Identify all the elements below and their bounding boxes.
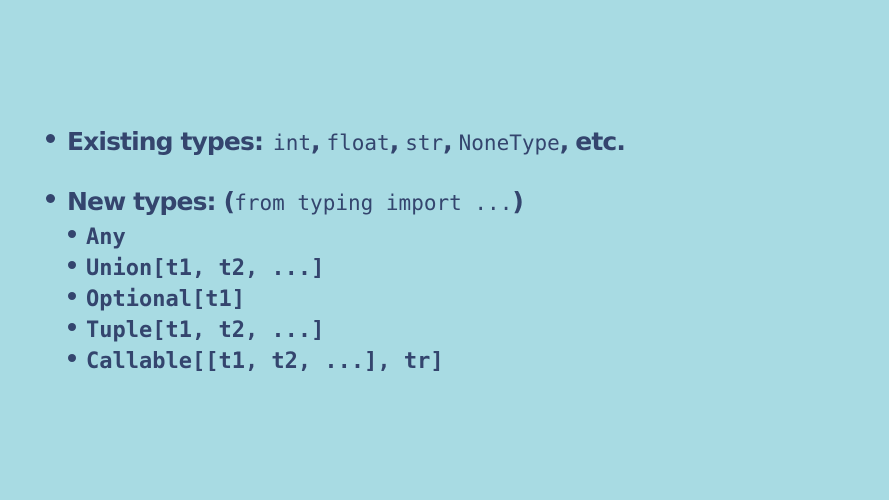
separator: , bbox=[443, 127, 453, 156]
bullet-dot-icon bbox=[68, 230, 76, 238]
bullet-dot-icon bbox=[46, 194, 55, 203]
etc-label: etc. bbox=[575, 127, 626, 156]
type-optional: Optional[t1] bbox=[86, 287, 245, 312]
type-int: int bbox=[273, 131, 311, 155]
open-paren: ( bbox=[223, 187, 235, 216]
bullet-dot-icon bbox=[68, 323, 76, 331]
existing-types-label: Existing types: bbox=[67, 127, 264, 156]
slide: Existing types: int, float, str, NoneTyp… bbox=[0, 0, 889, 500]
existing-types-bullet: Existing types: int, float, str, NoneTyp… bbox=[46, 122, 626, 162]
new-types-label: New types: bbox=[67, 187, 217, 216]
bullet-dot-icon bbox=[68, 261, 76, 269]
new-types-bullet: New types: ( from typing import ... ) bbox=[46, 182, 625, 222]
bullet-list: Existing types: int, float, str, NoneTyp… bbox=[46, 122, 626, 377]
type-str: str bbox=[405, 131, 444, 155]
type-union: Union[t1, t2, ...] bbox=[86, 256, 325, 281]
type-nonetype: NoneType bbox=[458, 131, 560, 155]
list-item: Tuple[t1, t2, ...] bbox=[68, 315, 625, 346]
bullet-dot-icon bbox=[68, 354, 76, 362]
list-item: Callable[[t1, t2, ...], tr] bbox=[68, 346, 625, 377]
type-float: float bbox=[326, 131, 390, 155]
separator: , bbox=[389, 127, 400, 156]
import-code: from typing import ... bbox=[234, 191, 513, 215]
type-tuple: Tuple[t1, t2, ...] bbox=[86, 318, 325, 343]
close-paren: ) bbox=[512, 187, 523, 216]
type-callable: Callable[[t1, t2, ...], tr] bbox=[86, 349, 444, 374]
bullet-dot-icon bbox=[46, 134, 55, 143]
type-any: Any bbox=[86, 225, 126, 250]
separator: , bbox=[310, 127, 321, 156]
list-item: Any bbox=[68, 222, 625, 253]
new-types-sublist-container: Any Union[t1, t2, ...] Optional[t1] Tupl… bbox=[46, 222, 625, 377]
separator: , bbox=[559, 127, 570, 156]
list-item: Union[t1, t2, ...] bbox=[68, 253, 625, 284]
list-item: Optional[t1] bbox=[68, 284, 625, 315]
bullet-dot-icon bbox=[68, 292, 76, 300]
new-types-sublist: Any Union[t1, t2, ...] Optional[t1] Tupl… bbox=[46, 222, 625, 377]
